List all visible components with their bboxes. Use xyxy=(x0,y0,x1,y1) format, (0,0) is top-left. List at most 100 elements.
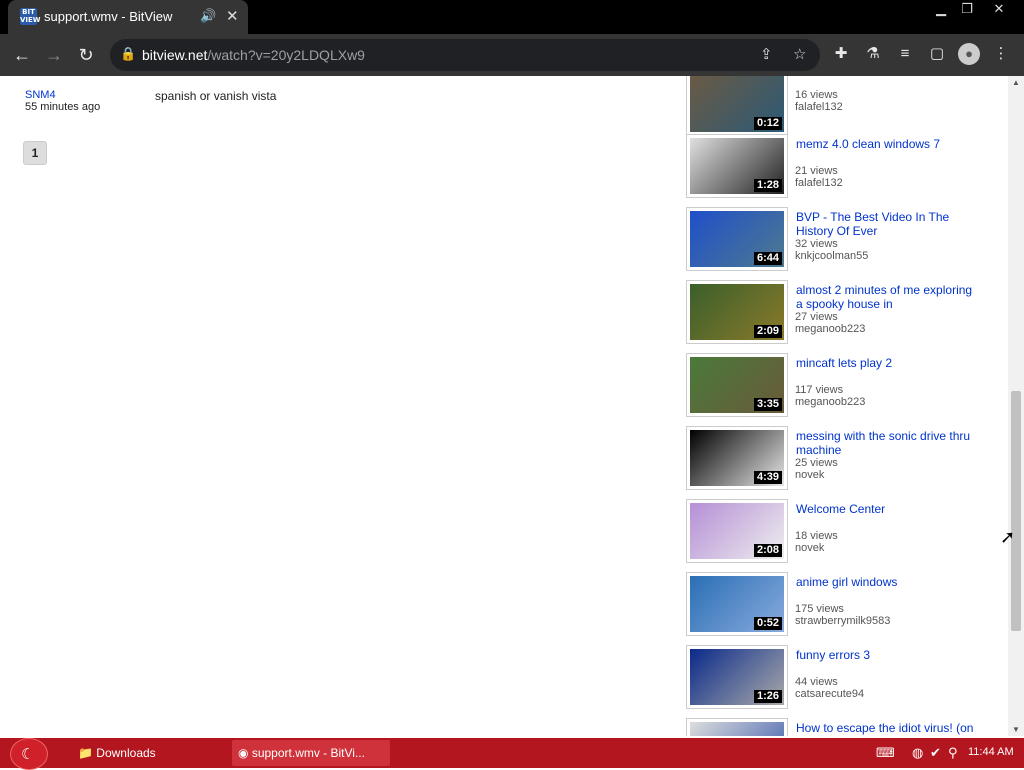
related-video-item[interactable]: 6:44 BVP - The Best Video In The History … xyxy=(686,207,986,273)
video-thumbnail[interactable]: 2:08 xyxy=(686,499,788,563)
page-content: SNM4 55 minutes ago spanish or vanish vi… xyxy=(0,76,1008,736)
restore-button[interactable]: ❐ xyxy=(950,0,984,18)
video-uploader[interactable]: novek xyxy=(795,469,824,481)
video-duration: 2:09 xyxy=(753,325,782,338)
video-duration: 6:44 xyxy=(753,252,782,265)
comment-timestamp: 55 minutes ago xyxy=(25,101,101,113)
taskbar-downloads[interactable]: 📁 Downloads xyxy=(78,740,218,766)
related-video-item[interactable]: 1:28 memz 4.0 clean windows 7 21 views fala… xyxy=(686,134,986,200)
profile-avatar-icon[interactable]: ● xyxy=(958,43,980,65)
video-duration: 1:26 xyxy=(753,690,782,703)
taskbar-browser-window[interactable]: ◉ support.wmv - BitVi... xyxy=(232,740,390,766)
labs-flask-icon[interactable]: ⚗ xyxy=(862,43,884,65)
video-title-link[interactable]: How to escape the idiot virus! (on mozil… xyxy=(796,721,976,736)
browser-icon: ◉ xyxy=(238,746,249,760)
video-view-count: 16 views xyxy=(795,89,838,101)
video-uploader[interactable]: falafel132 xyxy=(795,177,843,189)
video-title-link[interactable]: messing with the sonic drive thru machin… xyxy=(796,429,976,457)
comment-text: spanish or vanish vista xyxy=(155,89,277,103)
video-uploader[interactable]: meganoob223 xyxy=(795,323,865,335)
related-video-item[interactable]: 0:12 16 views falafel132 xyxy=(686,76,986,138)
taskbar: ☾ 📁 Downloads ◉ support.wmv - BitVi... ⌨… xyxy=(0,738,1024,770)
related-video-item[interactable]: 3:35 mincaft lets play 2 117 views meganoob… xyxy=(686,353,986,419)
menu-kebab-icon[interactable]: ⋮ xyxy=(990,43,1012,65)
video-title-link[interactable]: BVP - The Best Video In The History Of E… xyxy=(796,210,976,238)
thumbnail-image xyxy=(690,722,784,736)
scroll-down-arrow-icon[interactable]: ▼ xyxy=(1012,725,1020,734)
address-bar[interactable]: 🔒 bitview.net/watch?v=20y2LDQLXw9 ⇪ ☆ xyxy=(110,39,820,71)
back-icon[interactable]: ← xyxy=(9,42,35,68)
related-video-item[interactable]: 0:52 anime girl windows 175 views strawberr… xyxy=(686,572,986,638)
reading-list-icon[interactable]: ≡ xyxy=(894,43,916,65)
folder-icon: 📁 xyxy=(78,746,93,760)
video-thumbnail[interactable]: 1:28 xyxy=(686,134,788,198)
video-view-count: 175 views xyxy=(795,603,844,615)
browser-tab[interactable]: BIT VIEW support.wmv - BitView 🔊 ✕ xyxy=(8,0,248,34)
video-duration: 0:52 xyxy=(753,617,782,630)
related-video-item[interactable]: 2:08 Welcome Center 18 views novek xyxy=(686,499,986,565)
video-view-count: 117 views xyxy=(795,384,844,396)
video-thumbnail[interactable] xyxy=(686,718,788,736)
close-tab-icon[interactable]: ✕ xyxy=(226,7,239,25)
video-uploader[interactable]: strawberrymilk9583 xyxy=(795,615,890,627)
start-button[interactable]: ☾ xyxy=(10,738,48,770)
video-thumbnail[interactable]: 0:12 xyxy=(686,76,788,136)
lock-icon[interactable]: 🔒 xyxy=(120,46,136,62)
share-icon[interactable]: ⇪ xyxy=(760,45,773,63)
video-duration: 1:28 xyxy=(753,179,782,192)
shield-icon[interactable]: ✔ xyxy=(930,745,941,761)
start-orb-icon: ☾ xyxy=(21,746,35,763)
keyboard-icon[interactable]: ⌨ xyxy=(876,745,895,761)
video-thumbnail[interactable]: 4:39 xyxy=(686,426,788,490)
tab-title: support.wmv - BitView xyxy=(44,9,173,24)
video-view-count: 25 views xyxy=(795,457,838,469)
reload-icon[interactable]: ↻ xyxy=(73,42,99,68)
side-panel-icon[interactable]: ▢ xyxy=(926,43,948,65)
video-view-count: 44 views xyxy=(795,676,838,688)
video-thumbnail[interactable]: 0:52 xyxy=(686,572,788,636)
video-uploader[interactable]: falafel132 xyxy=(795,101,843,113)
related-video-item[interactable]: 2:09 almost 2 minutes of me exploring a s… xyxy=(686,280,986,346)
scrollbar[interactable]: ▲ ▼ xyxy=(1008,76,1024,736)
favicon-icon: BIT VIEW xyxy=(20,8,41,25)
scroll-up-arrow-icon[interactable]: ▲ xyxy=(1012,78,1020,87)
scroll-thumb[interactable] xyxy=(1011,391,1021,631)
forward-icon[interactable]: → xyxy=(41,42,67,68)
close-window-button[interactable]: ✕ xyxy=(982,0,1016,18)
speaker-icon[interactable]: 🔊 xyxy=(200,8,216,24)
video-duration: 3:35 xyxy=(753,398,782,411)
related-video-item[interactable]: 4:39 messing with the sonic drive thru ma… xyxy=(686,426,986,492)
video-title-link[interactable]: funny errors 3 xyxy=(796,648,976,662)
video-title-link[interactable]: mincaft lets play 2 xyxy=(796,356,976,370)
extensions-icon[interactable]: ✚ xyxy=(830,43,852,65)
comment-author-link[interactable]: SNM4 xyxy=(25,89,56,101)
video-uploader[interactable]: novek xyxy=(795,542,824,554)
mouse-cursor-icon: ➚ xyxy=(1000,527,1016,547)
title-bar: BIT VIEW support.wmv - BitView 🔊 ✕ ▁ ❐ ✕ xyxy=(0,0,1024,34)
related-video-item[interactable]: How to escape the idiot virus! (on mozil… xyxy=(686,718,986,736)
video-view-count: 32 views xyxy=(795,238,838,250)
video-title-link[interactable]: memz 4.0 clean windows 7 xyxy=(796,137,976,151)
video-title-link[interactable]: Welcome Center xyxy=(796,502,976,516)
video-duration: 4:39 xyxy=(753,471,782,484)
video-uploader[interactable]: knkjcoolman55 xyxy=(795,250,868,262)
bookmark-star-icon[interactable]: ☆ xyxy=(793,45,806,63)
video-duration: 2:08 xyxy=(753,544,782,557)
browser-toolbar: ← → ↻ 🔒 bitview.net/watch?v=20y2LDQLXw9 … xyxy=(0,34,1024,76)
video-thumbnail[interactable]: 1:26 xyxy=(686,645,788,709)
related-video-item[interactable]: 1:26 funny errors 3 44 views catsarecute94 xyxy=(686,645,986,711)
network-icon[interactable]: ◍ xyxy=(912,745,923,761)
video-thumbnail[interactable]: 3:35 xyxy=(686,353,788,417)
video-duration: 0:12 xyxy=(753,117,782,130)
video-thumbnail[interactable]: 2:09 xyxy=(686,280,788,344)
video-title-link[interactable]: anime girl windows xyxy=(796,575,976,589)
video-view-count: 18 views xyxy=(795,530,838,542)
video-thumbnail[interactable]: 6:44 xyxy=(686,207,788,271)
video-uploader[interactable]: meganoob223 xyxy=(795,396,865,408)
search-icon[interactable]: ⚲ xyxy=(948,745,958,761)
pagination-page[interactable]: 1 xyxy=(23,141,47,165)
video-uploader[interactable]: catsarecute94 xyxy=(795,688,864,700)
video-view-count: 21 views xyxy=(795,165,838,177)
url-text[interactable]: bitview.net/watch?v=20y2LDQLXw9 xyxy=(142,47,365,63)
video-title-link[interactable]: almost 2 minutes of me exploring a spook… xyxy=(796,283,976,311)
